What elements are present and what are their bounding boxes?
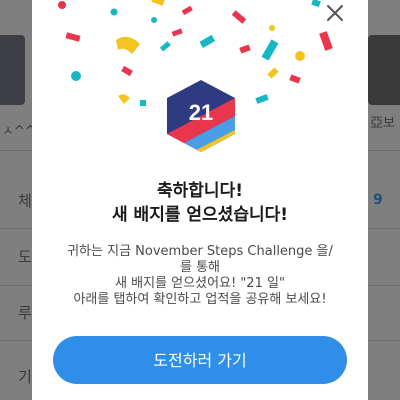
dialog-message-line1: 귀하는 지금 November Steps Challenge 을/ (67, 244, 333, 259)
dialog-title-line1: 축하합니다! (157, 181, 243, 201)
background-thumbnail-left (0, 35, 25, 105)
background-thumbnail-right (368, 35, 400, 105)
dialog-title-line2: 새 배지를 얻으셨습니다! (112, 205, 288, 225)
badge-number: 21 (189, 100, 213, 125)
start-challenge-button[interactable]: 도전하러 가기 (53, 336, 347, 384)
background-row-label-3: 루 (18, 304, 32, 322)
badge-earned-dialog: 21 축하합니다! 새 배지를 얻으셨습니다! 귀하는 지금 November … (32, 0, 368, 400)
background-row-label-2: 도 (18, 248, 32, 266)
background-row-label-4: 기 (18, 368, 32, 386)
dialog-message-line4: 아래를 탭하여 확인하고 업적을 공유해 보세요! (73, 292, 327, 307)
dialog-message-line3: 새 배지를 얻으셨어요! "21 일" (115, 276, 285, 291)
background-left-label: ㅅ^^ (2, 124, 36, 139)
background-row-label-1: 체 (18, 192, 32, 210)
dialog-message-line2: 를 통해 (179, 260, 220, 275)
close-icon (327, 5, 343, 21)
background-count: 9 (373, 192, 383, 208)
background-right-label: 亞보 (370, 116, 395, 131)
badge-icon: 21 (167, 80, 235, 152)
close-button[interactable] (324, 2, 346, 24)
